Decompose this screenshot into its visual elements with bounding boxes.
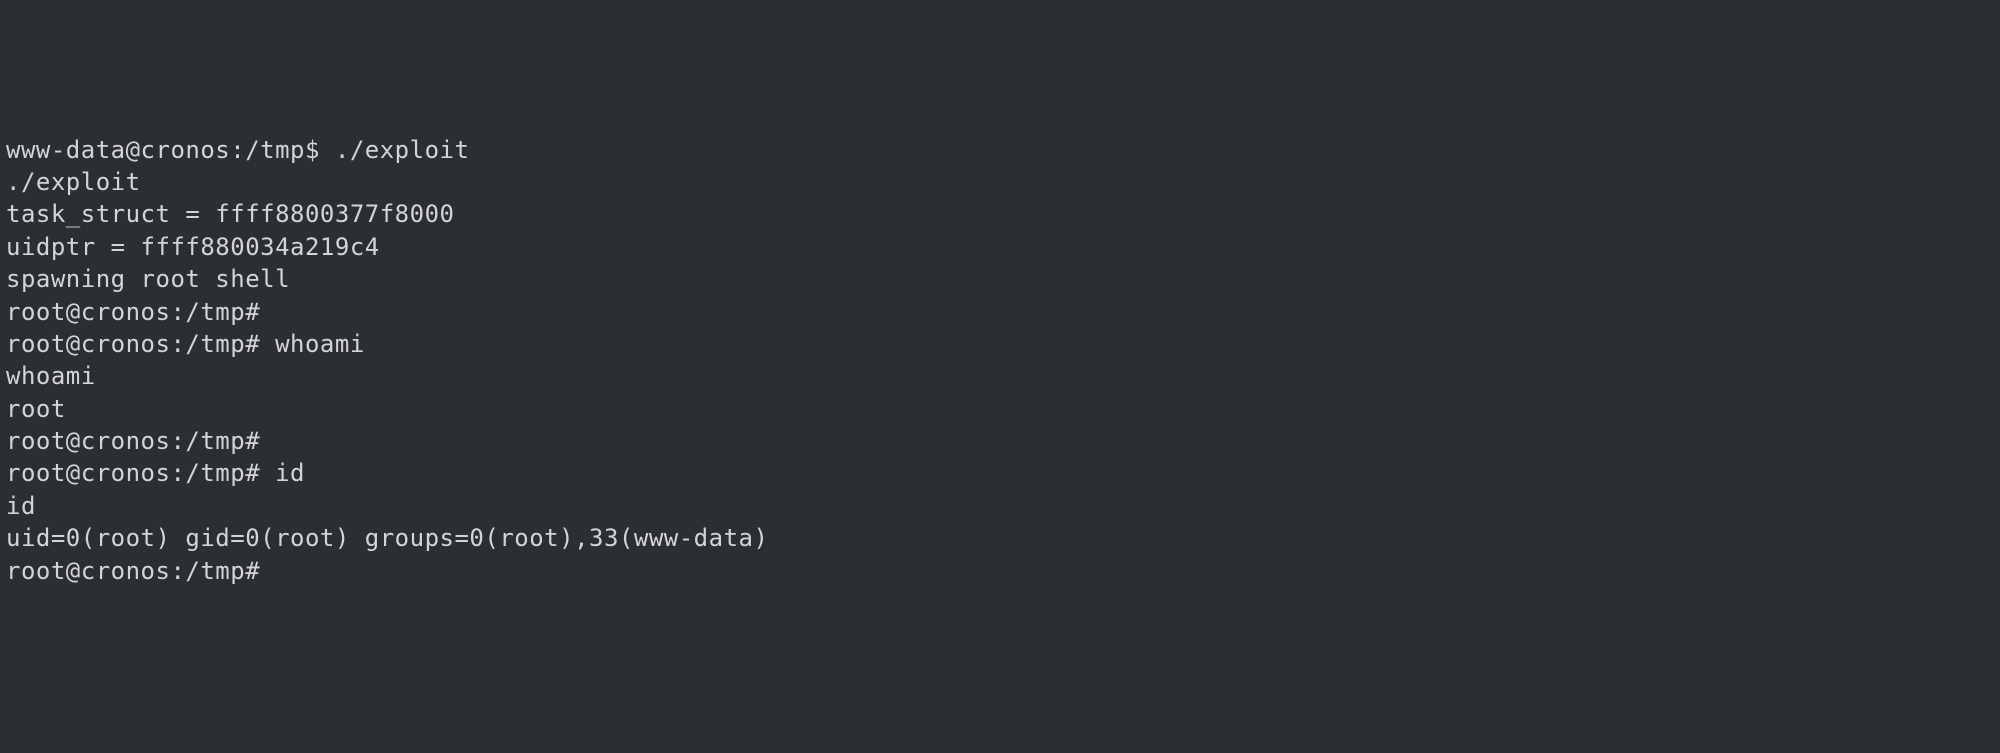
terminal-line: uidptr = ffff880034a219c4 — [6, 231, 1994, 263]
terminal-line: uid=0(root) gid=0(root) groups=0(root),3… — [6, 522, 1994, 554]
terminal-line: spawning root shell — [6, 263, 1994, 295]
terminal-line: whoami — [6, 360, 1994, 392]
terminal-line: root@cronos:/tmp# — [6, 425, 1994, 457]
terminal-line: task_struct = ffff8800377f8000 — [6, 198, 1994, 230]
terminal-line: ./exploit — [6, 166, 1994, 198]
terminal-line: root@cronos:/tmp# — [6, 296, 1994, 328]
terminal-line: root@cronos:/tmp# whoami — [6, 328, 1994, 360]
terminal-output[interactable]: www-data@cronos:/tmp$ ./exploit./exploit… — [6, 134, 1994, 587]
terminal-line: root@cronos:/tmp# id — [6, 457, 1994, 489]
terminal-line: www-data@cronos:/tmp$ ./exploit — [6, 134, 1994, 166]
terminal-line: id — [6, 490, 1994, 522]
terminal-line: root — [6, 393, 1994, 425]
terminal-line: root@cronos:/tmp# — [6, 555, 1994, 587]
